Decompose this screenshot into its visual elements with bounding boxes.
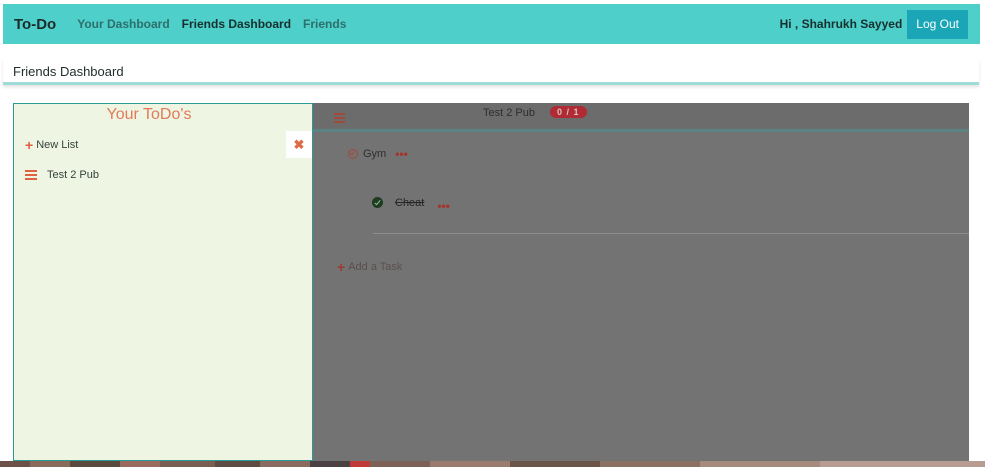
nav-friends-dashboard[interactable]: Friends Dashboard: [182, 17, 291, 31]
task-count-badge: 0 / 1: [550, 106, 587, 118]
desktop-taskbar-strip: [0, 461, 985, 467]
list-title: Test 2 Pub: [483, 107, 535, 119]
ellipsis-icon[interactable]: •••: [395, 148, 408, 160]
todo-sidebar: Your ToDo's ✖ + New List Test 2 Pub: [13, 103, 313, 461]
new-list-button[interactable]: + New List: [25, 136, 79, 153]
add-task-label: Add a Task: [348, 261, 403, 273]
circle-check-icon[interactable]: [348, 149, 358, 159]
list-header: Test 2 Pub 0 / 1: [313, 103, 969, 132]
list-detail-panel: Test 2 Pub 0 / 1 Gym ••• Cheat ••• + Add…: [313, 103, 969, 461]
page-header: Friends Dashboard: [3, 60, 979, 85]
logout-button[interactable]: Log Out: [907, 9, 968, 39]
add-task-button[interactable]: + Add a Task: [337, 258, 403, 275]
brand-logo[interactable]: To-Do: [14, 16, 56, 33]
check-circle-icon[interactable]: [372, 197, 383, 208]
close-icon: ✖: [293, 137, 305, 152]
subtask-item[interactable]: Cheat •••: [372, 196, 450, 212]
task-item[interactable]: Gym •••: [348, 148, 408, 160]
ellipsis-icon[interactable]: •••: [437, 200, 450, 212]
new-list-label: New List: [36, 139, 79, 151]
user-greeting: Hi , Shahrukh Sayyed: [779, 17, 903, 31]
menu-icon[interactable]: [334, 113, 345, 123]
top-navbar: To-Do Your Dashboard Friends Dashboard F…: [3, 4, 980, 44]
page-title: Friends Dashboard: [13, 64, 124, 79]
sidebar-list-item[interactable]: Test 2 Pub: [25, 169, 99, 181]
menu-icon: [25, 170, 37, 180]
task-name: Gym: [363, 148, 387, 160]
nav-friends[interactable]: Friends: [303, 17, 346, 31]
close-sidebar-button[interactable]: ✖: [286, 131, 312, 158]
plus-icon: +: [25, 136, 34, 153]
nav-your-dashboard[interactable]: Your Dashboard: [77, 17, 169, 31]
plus-icon: +: [337, 258, 346, 275]
sidebar-title: Your ToDo's: [106, 106, 192, 123]
subtask-name: Cheat: [395, 196, 425, 209]
task-divider: [373, 233, 969, 234]
list-item-label: Test 2 Pub: [47, 169, 99, 181]
